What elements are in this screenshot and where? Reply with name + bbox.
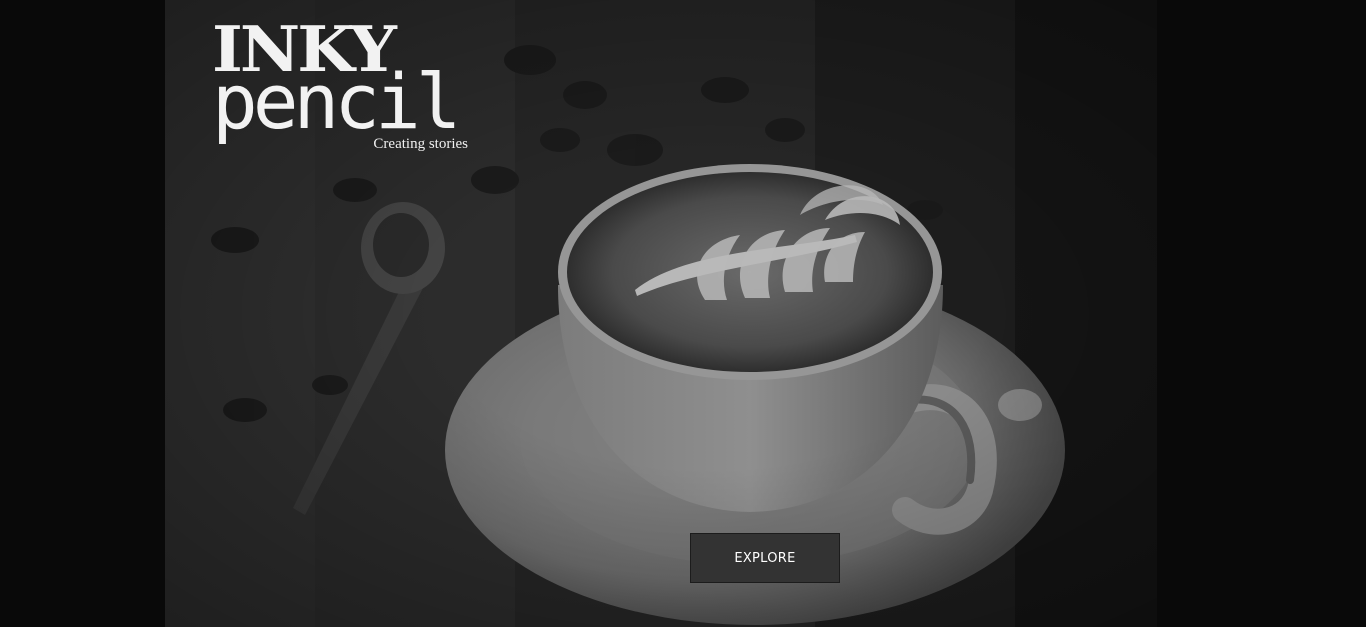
logo-tagline: Creating stories (373, 136, 468, 152)
explore-button[interactable]: EXPLORE (690, 533, 840, 583)
site-logo[interactable]: INKY pencil Creating stories (212, 18, 472, 158)
landing-page: INKY pencil Creating stories EXPLORE (0, 0, 1366, 627)
logo-word-pencil: pencil (212, 57, 462, 146)
wooden-spoon (293, 202, 445, 515)
